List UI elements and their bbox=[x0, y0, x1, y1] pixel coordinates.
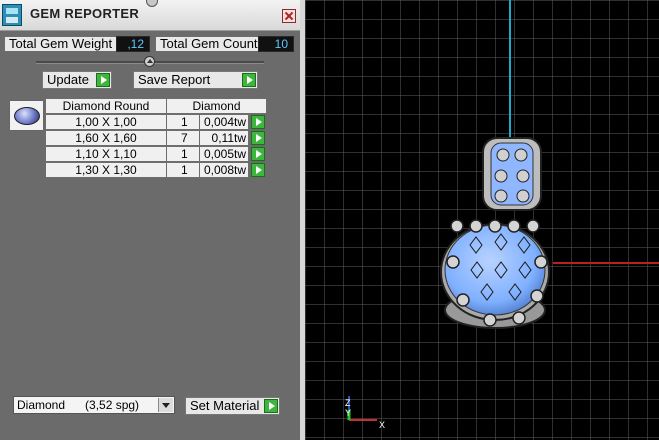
row-select-button[interactable] bbox=[251, 147, 265, 161]
dropdown-arrow-icon bbox=[158, 398, 173, 412]
table-row-count: 1 bbox=[166, 114, 200, 130]
grid-plane bbox=[305, 0, 659, 440]
axis-gizmo-z-label: Z bbox=[345, 398, 351, 408]
row-select-button[interactable] bbox=[251, 131, 265, 145]
axis-gizmo-x-label: X bbox=[379, 420, 385, 430]
table-row-size: 1,00 X 1,00 bbox=[45, 114, 167, 130]
table-row-size: 1,60 X 1,60 bbox=[45, 130, 167, 146]
total-gem-weight-value: ,12 bbox=[116, 36, 150, 52]
set-material-button-label: Set Material bbox=[190, 398, 260, 413]
table-row-count: 7 bbox=[166, 130, 200, 146]
table-row-weight: 0,11tw bbox=[199, 130, 249, 146]
table-row-weight: 0,004tw bbox=[199, 114, 249, 130]
close-icon[interactable] bbox=[282, 9, 296, 23]
row-select-button[interactable] bbox=[251, 115, 265, 129]
collapse-knob-icon[interactable] bbox=[144, 56, 155, 67]
viewport-canvas: Z Y X bbox=[305, 0, 659, 440]
gem-reporter-panel: GEM REPORTER Total Gem Weight ,12 Total … bbox=[0, 0, 300, 440]
save-report-button-label: Save Report bbox=[138, 72, 211, 87]
app-logo-icon bbox=[2, 4, 22, 26]
table-header-shape: Diamond Round bbox=[45, 98, 167, 114]
window-title: GEM REPORTER bbox=[30, 6, 140, 21]
play-arrow-icon bbox=[242, 73, 256, 87]
total-gem-count-value: 10 bbox=[258, 36, 294, 52]
table-row-weight: 0,005tw bbox=[199, 146, 249, 162]
update-button-label: Update bbox=[47, 72, 89, 87]
table-header-material: Diamond bbox=[166, 98, 267, 114]
play-arrow-icon bbox=[96, 73, 110, 87]
material-select-value: Diamond (3,52 spg) bbox=[17, 398, 140, 412]
3d-viewport[interactable]: Z Y X bbox=[305, 0, 659, 440]
gem-thumbnail-icon[interactable] bbox=[9, 100, 44, 131]
save-report-button[interactable]: Save Report bbox=[133, 71, 258, 89]
axis-gizmo-y-label: Y bbox=[345, 408, 351, 418]
material-select[interactable]: Diamond (3,52 spg) bbox=[13, 396, 175, 414]
table-row-size: 1,30 X 1,30 bbox=[45, 162, 167, 178]
table-row-count: 1 bbox=[166, 146, 200, 162]
table-row-weight: 0,008tw bbox=[199, 162, 249, 178]
update-button[interactable]: Update bbox=[42, 71, 112, 89]
row-select-button[interactable] bbox=[251, 163, 265, 177]
diamond-gem-icon bbox=[14, 107, 40, 125]
table-row-size: 1,10 X 1,10 bbox=[45, 146, 167, 162]
set-material-button[interactable]: Set Material bbox=[185, 397, 280, 415]
play-arrow-icon bbox=[264, 399, 278, 413]
table-row-count: 1 bbox=[166, 162, 200, 178]
pendant-bail bbox=[482, 137, 542, 211]
